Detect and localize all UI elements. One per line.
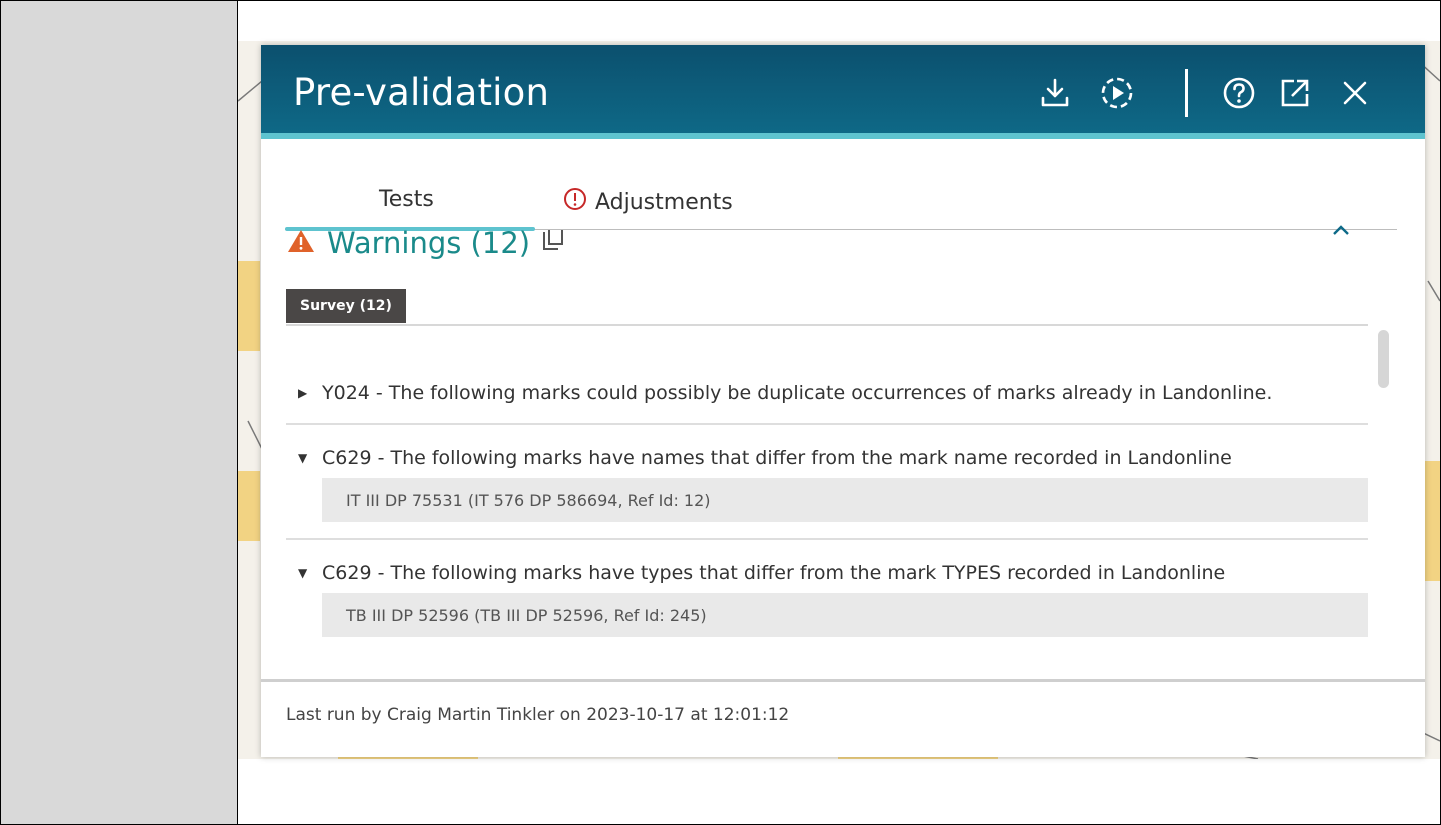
scrollbar-thumb[interactable] (1378, 330, 1389, 388)
panel-header: Pre-validation (261, 45, 1425, 139)
list-item: ▼ C629 - The following marks have names … (286, 425, 1368, 540)
error-icon (563, 187, 587, 217)
last-run-status: Last run by Craig Martin Tinkler on 2023… (286, 705, 790, 725)
copy-icon[interactable] (542, 229, 564, 257)
list-item-header[interactable]: ▼ C629 - The following marks have types … (286, 553, 1368, 593)
header-accent (261, 133, 1425, 139)
list-item-detail: TB III DP 52596 (TB III DP 52596, Ref Id… (322, 593, 1368, 637)
footer-divider (261, 679, 1425, 682)
warning-icon (287, 229, 315, 257)
list-item-header[interactable]: ▼ C629 - The following marks have names … (286, 438, 1368, 478)
run-icon[interactable] (1099, 75, 1135, 111)
caret-right-icon: ▶ (298, 386, 308, 400)
tab-adjustments-label: Adjustments (595, 189, 733, 215)
caret-down-icon: ▼ (298, 451, 308, 465)
popout-icon[interactable] (1277, 75, 1313, 111)
chip-divider (286, 324, 1368, 326)
tab-tests[interactable]: Tests (379, 187, 434, 212)
screenshot-frame: Pre-validation Tests Adjustments Warning… (0, 0, 1441, 825)
list-item-text: Y024 - The following marks could possibl… (322, 382, 1273, 404)
header-separator (1185, 69, 1188, 117)
help-icon[interactable] (1221, 75, 1257, 111)
list-item: ▶ Y024 - The following marks could possi… (286, 373, 1368, 425)
list-item: ▼ C629 - The following marks have types … (286, 540, 1368, 637)
warnings-title: Warnings (12) (327, 226, 531, 260)
close-icon[interactable] (1337, 75, 1373, 111)
download-icon[interactable] (1037, 75, 1073, 111)
warnings-list: ▶ Y024 - The following marks could possi… (286, 327, 1368, 679)
list-item-text: C629 - The following marks have names th… (322, 447, 1232, 469)
collapse-chevron-icon[interactable] (1331, 217, 1351, 241)
caret-down-icon: ▼ (298, 566, 308, 580)
panel-title: Pre-validation (293, 71, 550, 114)
warnings-header: Warnings (12) (287, 223, 564, 263)
tab-adjustments[interactable]: Adjustments (563, 187, 733, 217)
list-item-header[interactable]: ▶ Y024 - The following marks could possi… (286, 373, 1368, 413)
left-cell (1, 1, 238, 824)
pre-validation-panel: Pre-validation Tests Adjustments Warning… (261, 45, 1425, 757)
list-item-detail: IT III DP 75531 (IT 576 DP 586694, Ref I… (322, 478, 1368, 522)
survey-filter-chip[interactable]: Survey (12) (286, 289, 406, 323)
list-item-text: C629 - The following marks have types th… (322, 562, 1226, 584)
